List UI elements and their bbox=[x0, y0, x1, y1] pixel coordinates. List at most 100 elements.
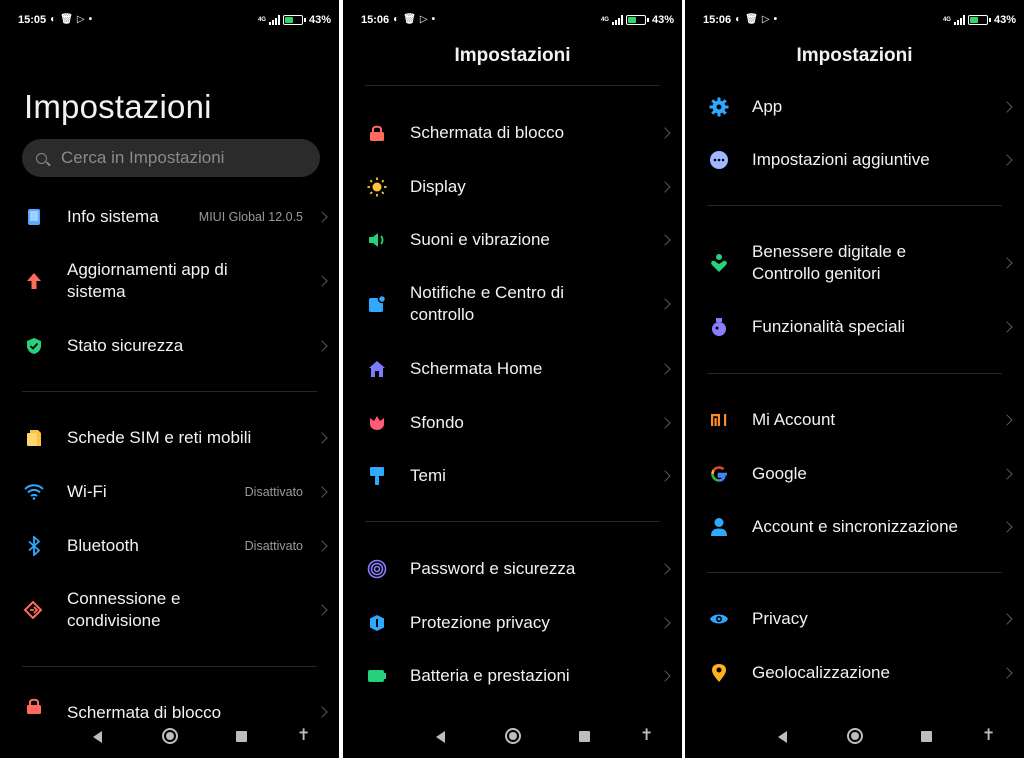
speaker-icon bbox=[367, 230, 387, 250]
recents-icon[interactable] bbox=[236, 731, 247, 742]
chevron-right-icon bbox=[1001, 257, 1013, 269]
bluetooth-icon bbox=[24, 536, 44, 556]
item-label: Protezione privacy bbox=[410, 613, 550, 632]
chevron-right-icon bbox=[659, 470, 671, 482]
settings-item-password[interactable]: Password e sicurezza bbox=[343, 547, 682, 591]
settings-item-bluetooth[interactable]: Bluetooth Disattivato bbox=[0, 524, 339, 568]
more-dots-icon bbox=[709, 150, 729, 170]
settings-item-impostazioni-aggiuntive[interactable]: Impostazioni aggiuntive bbox=[685, 138, 1024, 182]
lock-icon bbox=[367, 123, 387, 143]
eye-icon bbox=[709, 609, 729, 629]
settings-item-sfondo[interactable]: Sfondo bbox=[343, 401, 682, 445]
status-time: 15:05 bbox=[18, 14, 47, 26]
signal-icon bbox=[611, 15, 623, 25]
home-button-icon[interactable] bbox=[847, 728, 863, 744]
settings-item-google[interactable]: Google bbox=[685, 452, 1024, 496]
battery-percent: 43% bbox=[993, 14, 1016, 26]
settings-item-sim[interactable]: Schede SIM e reti mobili bbox=[0, 416, 339, 460]
settings-item-display[interactable]: Display bbox=[343, 165, 682, 209]
navigation-bar: ✝ bbox=[343, 726, 682, 748]
settings-item-aggiornamenti[interactable]: Aggiornamenti app di sistema bbox=[0, 259, 339, 303]
item-value: MIUI Global 12.0.5 bbox=[198, 210, 303, 224]
item-label: App bbox=[752, 97, 783, 116]
settings-item-privacy-protection[interactable]: Protezione privacy bbox=[343, 601, 682, 645]
settings-item-geolocalizzazione[interactable]: Geolocalizzazione bbox=[685, 651, 1024, 695]
back-icon[interactable] bbox=[93, 731, 102, 743]
battery-icon bbox=[367, 666, 387, 686]
data-saver-icon: ◐ bbox=[735, 14, 742, 25]
home-button-icon[interactable] bbox=[162, 728, 178, 744]
settings-item-suoni[interactable]: Suoni e vibrazione bbox=[343, 218, 682, 262]
phone-info-icon bbox=[24, 207, 44, 227]
chevron-right-icon bbox=[316, 340, 328, 352]
chevron-right-icon bbox=[659, 234, 671, 246]
chevron-right-icon bbox=[1001, 321, 1013, 333]
item-label: Privacy bbox=[752, 609, 808, 628]
item-label: Schermata Home bbox=[410, 359, 543, 378]
phone-screen-scrolled: 15:06 ◐ 🗑 ▷ • 4G 43% Impostazioni Scherm… bbox=[343, 0, 682, 758]
accessibility-icon[interactable]: ✝ bbox=[982, 727, 995, 745]
settings-item-account-sync[interactable]: Account e sincronizzazione bbox=[685, 505, 1024, 549]
settings-item-connessione[interactable]: Connessione e condivisione bbox=[0, 588, 339, 632]
settings-item-benessere[interactable]: Benessere digitale e Controllo genitori bbox=[685, 241, 1024, 285]
network-type: 4G bbox=[942, 17, 951, 23]
chevron-right-icon bbox=[316, 211, 328, 223]
chevron-right-icon bbox=[659, 617, 671, 629]
chevron-right-icon bbox=[316, 706, 328, 718]
wellbeing-icon bbox=[709, 253, 729, 273]
network-type: 4G bbox=[600, 17, 609, 23]
trash-icon: 🗑 bbox=[60, 14, 73, 25]
chevron-right-icon bbox=[316, 604, 328, 616]
home-button-icon[interactable] bbox=[505, 728, 521, 744]
more-notifications-icon: • bbox=[431, 14, 436, 25]
settings-item-batteria[interactable]: Batteria e prestazioni bbox=[343, 654, 682, 698]
settings-item-schermata-blocco[interactable]: Schermata di blocco bbox=[0, 690, 339, 718]
battery-icon bbox=[967, 15, 991, 25]
chevron-right-icon bbox=[316, 432, 328, 444]
accessibility-icon[interactable]: ✝ bbox=[297, 727, 310, 745]
settings-item-funzionalita-speciali[interactable]: Funzionalità speciali bbox=[685, 305, 1024, 349]
item-label: Google bbox=[752, 464, 807, 483]
header-divider bbox=[365, 85, 660, 86]
item-value: Disattivato bbox=[244, 485, 303, 499]
item-label: Schede SIM e reti mobili bbox=[67, 428, 252, 447]
back-icon[interactable] bbox=[436, 731, 445, 743]
settings-item-info-sistema[interactable]: Info sistema MIUI Global 12.0.5 bbox=[0, 195, 339, 239]
chevron-right-icon bbox=[659, 298, 671, 310]
settings-item-stato-sicurezza[interactable]: Stato sicurezza bbox=[0, 324, 339, 368]
settings-item-wifi[interactable]: Wi-Fi Disattivato bbox=[0, 470, 339, 514]
item-label: Funzionalità speciali bbox=[752, 317, 906, 336]
chevron-right-icon bbox=[1001, 613, 1013, 625]
wifi-icon bbox=[24, 482, 44, 502]
chevron-right-icon bbox=[1001, 521, 1013, 533]
section-divider bbox=[22, 666, 317, 667]
chevron-right-icon bbox=[316, 275, 328, 287]
search-input[interactable] bbox=[61, 148, 291, 168]
item-label: Batteria e prestazioni bbox=[410, 666, 570, 685]
item-label: Account e sincronizzazione bbox=[752, 517, 959, 536]
settings-item-privacy[interactable]: Privacy bbox=[685, 597, 1024, 641]
more-notifications-icon: • bbox=[773, 14, 778, 25]
accessibility-icon[interactable]: ✝ bbox=[640, 727, 653, 745]
settings-item-notifiche[interactable]: Notifiche e Centro di controllo bbox=[343, 282, 682, 326]
arrow-up-icon bbox=[24, 271, 44, 291]
more-notifications-icon: • bbox=[88, 14, 93, 25]
settings-item-schermata-blocco[interactable]: Schermata di blocco bbox=[343, 111, 682, 155]
settings-item-temi[interactable]: Temi bbox=[343, 454, 682, 498]
data-saver-icon: ◐ bbox=[393, 14, 400, 25]
search-bar[interactable] bbox=[22, 139, 320, 177]
settings-item-mi-account[interactable]: Mi Account bbox=[685, 398, 1024, 442]
recents-icon[interactable] bbox=[921, 731, 932, 742]
recents-icon[interactable] bbox=[579, 731, 590, 742]
settings-item-app[interactable]: App bbox=[685, 85, 1024, 129]
trash-icon: 🗑 bbox=[403, 14, 416, 25]
settings-item-schermata-home[interactable]: Schermata Home bbox=[343, 347, 682, 391]
phone-screen-scrolled-further: 15:06 ◐ 🗑 ▷ • 4G 43% Impostazioni App Im… bbox=[685, 0, 1024, 758]
person-icon bbox=[709, 517, 729, 537]
gear-icon bbox=[709, 97, 729, 117]
chevron-right-icon bbox=[1001, 468, 1013, 480]
status-time: 15:06 bbox=[703, 14, 732, 26]
back-icon[interactable] bbox=[778, 731, 787, 743]
item-label: Suoni e vibrazione bbox=[410, 230, 550, 249]
data-saver-icon: ◐ bbox=[50, 14, 57, 25]
